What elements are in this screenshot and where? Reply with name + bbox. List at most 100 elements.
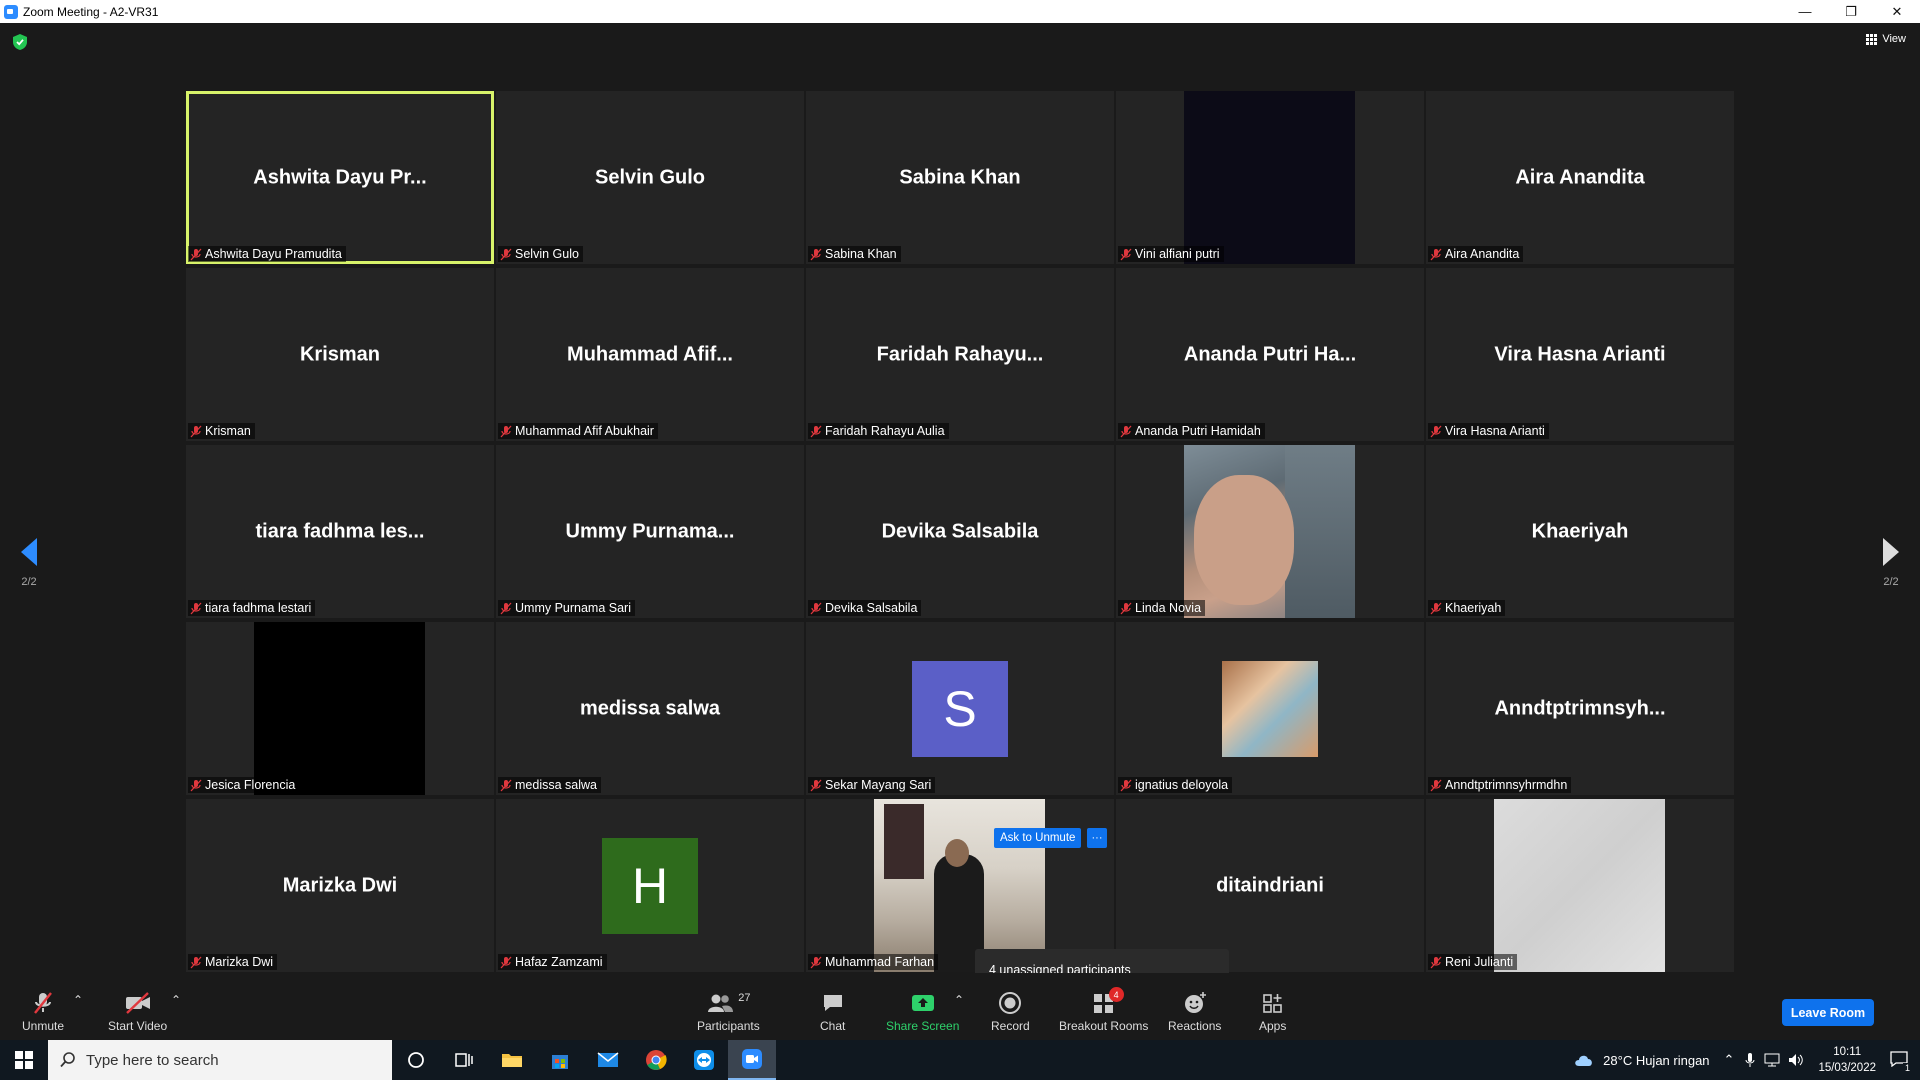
participant-tile[interactable]: Ummy Purnama... Ummy Purnama Sari [496, 445, 804, 618]
participant-tile[interactable]: Muhammad Farhan [806, 799, 1114, 972]
mail-button[interactable] [584, 1040, 632, 1080]
participant-tile[interactable]: Reni Julianti [1426, 799, 1734, 972]
muted-mic-icon [1120, 425, 1132, 437]
taskbar-search-box[interactable]: Type here to search [48, 1040, 392, 1080]
more-options-button[interactable]: ··· [1087, 828, 1107, 848]
participant-tile[interactable]: Anndtptrimnsyh... Anndtptrimnsyhrmdhn [1426, 622, 1734, 795]
muted-mic-icon [190, 779, 202, 791]
participant-name: Krisman [205, 424, 251, 438]
participant-display-name: Muhammad Afif... [567, 343, 733, 365]
participant-name: Linda Novia [1135, 601, 1202, 615]
microphone-icon[interactable] [1744, 1052, 1756, 1068]
zoom-taskbar-button[interactable] [728, 1040, 776, 1080]
participant-tile[interactable]: Aira Anandita Aira Anandita [1426, 91, 1734, 264]
previous-page-button[interactable]: 2/2 [14, 538, 44, 588]
participant-tile[interactable]: Vira Hasna Arianti Vira Hasna Arianti [1426, 268, 1734, 441]
participant-name-label: Muhammad Afif Abukhair [498, 423, 658, 439]
participant-display-name: Krisman [299, 343, 381, 365]
file-explorer-button[interactable] [488, 1040, 536, 1080]
muted-mic-icon [190, 602, 202, 614]
participant-tile[interactable]: Jesica Florencia [186, 622, 494, 795]
breakout-rooms-label: Breakout Rooms [1059, 1019, 1149, 1033]
apps-button[interactable]: Apps [1259, 991, 1286, 1033]
record-button[interactable]: Record [991, 991, 1030, 1033]
muted-mic-icon [1120, 602, 1132, 614]
unmute-label: Unmute [22, 1019, 65, 1033]
participant-tile[interactable]: Marizka Dwi Marizka Dwi [186, 799, 494, 972]
participant-display-name: Sabina Khan [899, 166, 1021, 188]
reactions-button[interactable]: Reactions [1168, 991, 1221, 1033]
participant-tile[interactable]: medissa salwa medissa salwa [496, 622, 804, 795]
participant-tile[interactable]: S Sekar Mayang Sari [806, 622, 1114, 795]
participant-name-label: Muhammad Farhan [808, 954, 939, 970]
avatar: H [602, 837, 698, 934]
participant-tile[interactable]: Ashwita Dayu Pr... Ashwita Dayu Pramudita [186, 91, 494, 264]
participant-tile[interactable]: Selvin Gulo Selvin Gulo [496, 91, 804, 264]
share-screen-label: Share Screen [886, 1019, 960, 1033]
zoom-icon [742, 1049, 762, 1069]
arrow-right-icon [1883, 538, 1899, 566]
participant-name: Aira Anandita [1445, 247, 1520, 261]
participant-tile[interactable]: tiara fadhma les... tiara fadhma lestari [186, 445, 494, 618]
participant-name-label: Ananda Putri Hamidah [1118, 423, 1265, 439]
participant-name: Devika Salsabila [825, 601, 918, 615]
participant-tile[interactable]: Krisman Krisman [186, 268, 494, 441]
participant-tile[interactable]: ignatius deloyola [1116, 622, 1424, 795]
notification-center-button[interactable]: 1 [1890, 1050, 1912, 1073]
share-screen-button[interactable]: Share Screen [886, 991, 959, 1033]
minimize-button[interactable]: — [1782, 0, 1828, 23]
share-options-caret[interactable]: ⌃ [954, 993, 964, 1007]
participant-display-name: Faridah Rahayu... [876, 343, 1044, 365]
encryption-shield-icon[interactable] [12, 33, 28, 51]
leave-room-button[interactable]: Leave Room [1782, 999, 1874, 1026]
view-button[interactable]: View [1866, 33, 1906, 45]
muted-microphone-icon [34, 992, 52, 1014]
video-options-caret[interactable]: ⌃ [171, 993, 181, 1007]
participant-name-label: Krisman [188, 423, 255, 439]
ask-to-unmute-button[interactable]: Ask to Unmute [994, 828, 1082, 848]
cortana-button[interactable] [392, 1040, 440, 1080]
taskbar-search-placeholder: Type here to search [86, 1051, 219, 1069]
participant-name-label: medissa salwa [498, 777, 601, 793]
participant-tile[interactable]: Muhammad Afif... Muhammad Afif Abukhair [496, 268, 804, 441]
participant-display-name: Ummy Purnama... [565, 520, 735, 542]
teamviewer-button[interactable] [680, 1040, 728, 1080]
participant-display-name: Marizka Dwi [282, 874, 398, 896]
participant-name: Jesica Florencia [205, 778, 296, 792]
start-video-button[interactable]: Start Video [108, 991, 167, 1033]
task-view-button[interactable] [440, 1040, 488, 1080]
participant-tile[interactable]: Ananda Putri Ha... Ananda Putri Hamidah [1116, 268, 1424, 441]
participant-tile[interactable]: ditaindrianiditaindriani [1116, 799, 1424, 972]
volume-icon[interactable] [1788, 1053, 1804, 1067]
notification-count: 1 [1902, 1062, 1912, 1073]
audio-options-caret[interactable]: ⌃ [73, 993, 83, 1007]
participant-tile[interactable]: Faridah Rahayu... Faridah Rahayu Aulia [806, 268, 1114, 441]
breakout-rooms-button[interactable]: 4 Breakout Rooms [1059, 987, 1149, 1033]
close-button[interactable]: ✕ [1874, 0, 1920, 23]
muted-mic-icon [1120, 248, 1132, 260]
next-page-button[interactable]: 2/2 [1876, 538, 1906, 588]
unmute-button[interactable]: Unmute [22, 991, 64, 1033]
cortana-circle-icon [408, 1052, 424, 1068]
weather-cloud-icon[interactable] [1573, 1052, 1595, 1068]
participant-tile[interactable]: H Hafaz Zamzami [496, 799, 804, 972]
participant-tile[interactable]: Linda Novia [1116, 445, 1424, 618]
weather-text[interactable]: 28°C Hujan ringan [1603, 1053, 1709, 1068]
network-icon[interactable] [1764, 1053, 1780, 1067]
participant-tile[interactable]: Devika Salsabila Devika Salsabila [806, 445, 1114, 618]
participant-tile[interactable]: Vini alfiani putri [1116, 91, 1424, 264]
taskbar-clock[interactable]: 10:11 15/03/2022 [1818, 1044, 1876, 1076]
muted-mic-icon [810, 779, 822, 791]
muted-mic-icon [1430, 779, 1442, 791]
participant-tile[interactable]: Khaeriyah Khaeriyah [1426, 445, 1734, 618]
participants-button[interactable]: 27 Participants [697, 991, 760, 1033]
restore-button[interactable]: ❐ [1828, 0, 1874, 23]
store-button[interactable] [536, 1040, 584, 1080]
chat-button[interactable]: Chat [820, 991, 845, 1033]
tray-expand-icon[interactable]: ⌃ [1724, 1052, 1735, 1068]
record-icon [999, 992, 1022, 1014]
teamviewer-icon [694, 1050, 714, 1070]
chrome-button[interactable] [632, 1040, 680, 1080]
participant-tile[interactable]: Sabina Khan Sabina Khan [806, 91, 1114, 264]
start-button[interactable] [0, 1040, 48, 1080]
